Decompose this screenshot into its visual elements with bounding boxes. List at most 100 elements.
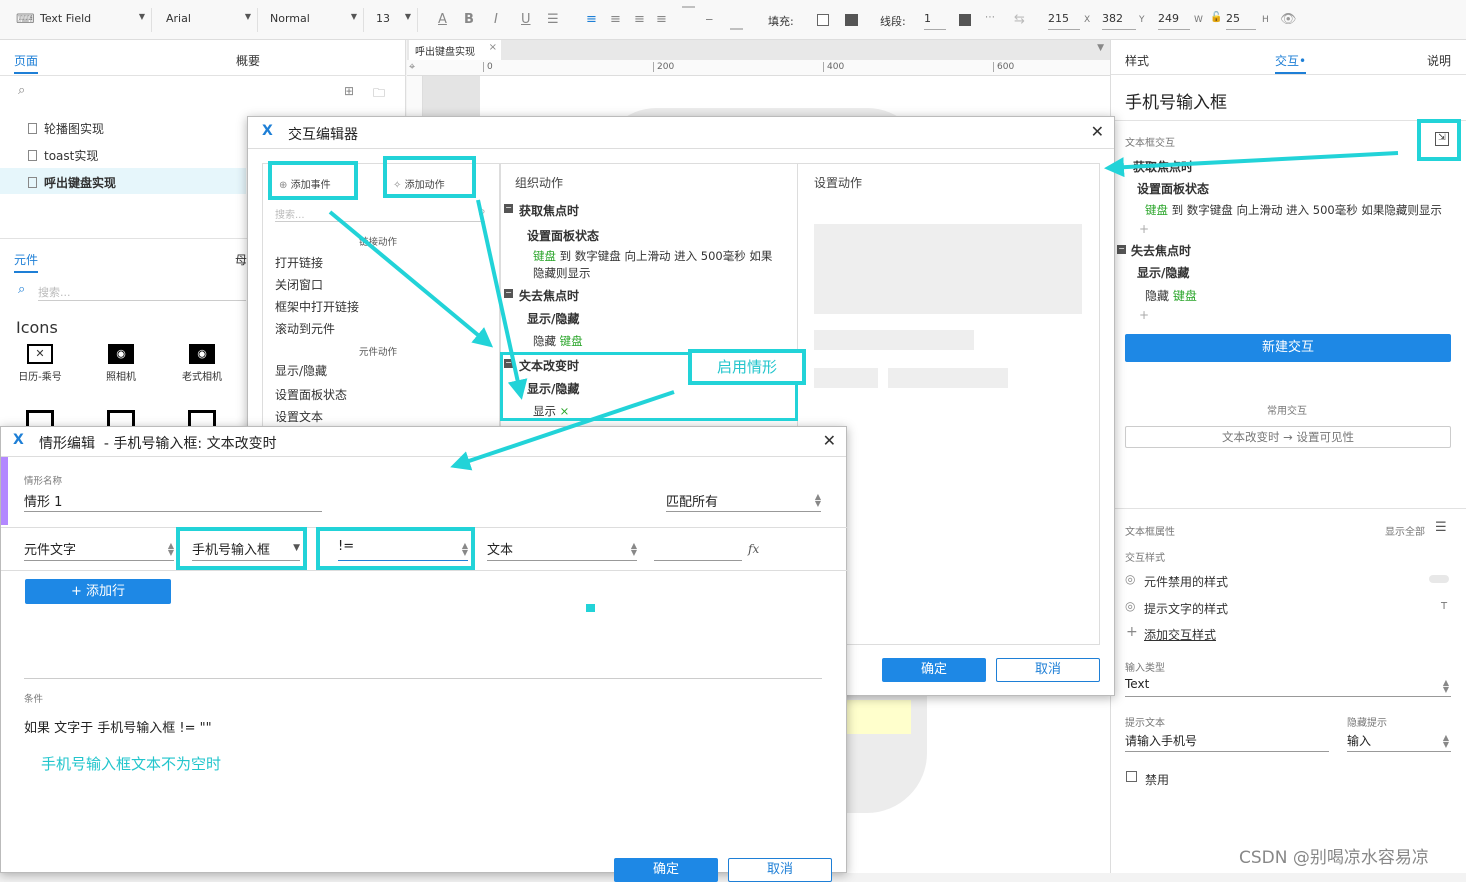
cancel-button[interactable]: 取消 <box>996 658 1100 682</box>
add-page-icon[interactable]: ⊞ <box>344 84 354 98</box>
close-icon[interactable]: × <box>489 42 497 53</box>
hide-hint-select[interactable]: 输入 ▲ ▼ <box>1347 732 1451 752</box>
radio-icon[interactable]: ◎ <box>1125 599 1135 613</box>
ok-button[interactable]: 确定 <box>882 658 986 682</box>
valign-top-icon[interactable]: ⎺ <box>682 6 695 21</box>
collapse-icon[interactable]: − <box>504 289 513 298</box>
page-item-selected[interactable]: 呼出键盘实现 <box>28 174 116 191</box>
widget-camera[interactable]: ◉ 照相机 <box>91 344 151 383</box>
page-item[interactable]: toast实现 <box>28 147 98 164</box>
event-label[interactable]: 失去焦点时 <box>1131 242 1191 259</box>
x-input[interactable]: 215 <box>1048 12 1080 30</box>
action-detail[interactable]: 键盘 到 数字键盘 向上滑动 进入 500毫秒 如果隐藏则显示 <box>1145 202 1465 218</box>
valign-middle-icon[interactable]: ⎯ <box>706 12 713 27</box>
new-interaction-button[interactable]: 新建交互 <box>1125 334 1451 362</box>
stroke-style-icon[interactable]: ⋯ <box>985 12 995 23</box>
ok-button[interactable]: 确定 <box>614 858 718 882</box>
close-icon[interactable]: ✕ <box>1091 122 1104 141</box>
action-open-link[interactable]: 打开链接 <box>275 254 323 271</box>
arrow-style-icon[interactable]: ⇆ <box>1014 12 1025 27</box>
add-action-plus[interactable]: + <box>1139 308 1149 322</box>
font-style-select[interactable]: Normal ▼ <box>264 8 364 32</box>
hint-text-input[interactable]: 请输入手机号 <box>1125 732 1329 752</box>
enable-case-button[interactable]: 启用情形 <box>688 349 806 385</box>
stroke-width-input[interactable]: 1 <box>924 12 946 30</box>
action-detail[interactable]: 键盘 到 数字键盘 向上滑动 进入 500毫秒 如果 <box>533 248 772 264</box>
tab-pages[interactable]: 页面 <box>14 52 39 74</box>
disabled-checkbox[interactable] <box>1126 771 1137 782</box>
disabled-style-item[interactable]: 元件禁用的样式 <box>1144 573 1228 590</box>
align-right-icon[interactable]: ≡ <box>634 12 645 27</box>
folder-icon[interactable]: 🗀 <box>373 84 385 105</box>
widget-type-select[interactable]: Text Field ▼ <box>34 8 152 32</box>
add-row-button[interactable]: + 添加行 <box>25 579 171 604</box>
page-item[interactable]: 轮播图实现 <box>28 120 104 137</box>
collapse-icon[interactable]: − <box>504 204 513 213</box>
action-label[interactable]: 显示/隐藏 <box>527 310 579 327</box>
common-interaction-item[interactable]: 文本改变时 → 设置可见性 <box>1125 426 1451 448</box>
tab-style[interactable]: 样式 <box>1125 52 1149 69</box>
add-action-plus[interactable]: + <box>1139 222 1149 236</box>
action-scroll-to[interactable]: 滚动到元件 <box>275 320 335 337</box>
align-center-icon[interactable]: ≡ <box>610 12 621 27</box>
underline-icon[interactable]: U <box>521 12 531 27</box>
font-select[interactable]: Arial ▼ <box>160 8 258 32</box>
value-input[interactable] <box>654 539 742 561</box>
function-icon[interactable]: fx <box>748 542 759 556</box>
lock-icon[interactable]: 🔓 <box>1210 12 1222 23</box>
match-select[interactable]: 匹配所有 ▲ ▼ <box>666 491 821 512</box>
chevron-down-icon[interactable]: ▼ <box>1097 43 1104 53</box>
widget-name[interactable]: 手机号输入框 <box>1125 88 1227 113</box>
action-set-text[interactable]: 设置文本 <box>275 408 323 425</box>
tab-interactions[interactable]: 交互• <box>1275 52 1307 74</box>
collapse-icon[interactable]: − <box>1117 245 1126 254</box>
font-color-icon[interactable]: A <box>438 12 447 27</box>
value-type-select[interactable]: 文本 ▲ ▼ <box>487 539 637 561</box>
event-label[interactable]: 获取焦点时 <box>519 202 579 219</box>
visibility-icon[interactable]: 👁 <box>1280 12 1297 27</box>
valign-bottom-icon[interactable]: ⎽ <box>730 16 743 31</box>
condition-type-select[interactable]: 元件文字 ▲ ▼ <box>24 539 174 561</box>
y-input[interactable]: 382 <box>1102 12 1136 30</box>
tab-outline[interactable]: 概要 <box>236 52 260 69</box>
event-label[interactable]: 获取焦点时 <box>1133 158 1193 175</box>
event-label[interactable]: 失去焦点时 <box>519 287 579 304</box>
bold-icon[interactable]: B <box>464 12 474 27</box>
tab-masters[interactable]: 母 <box>235 251 247 268</box>
cancel-button[interactable]: 取消 <box>728 858 832 882</box>
input-type-select[interactable]: Text ▲ ▼ <box>1125 677 1451 697</box>
show-all-link[interactable]: 显示全部 <box>1385 523 1425 538</box>
action-label[interactable]: 设置面板状态 <box>1137 180 1209 197</box>
hint-style-item[interactable]: 提示文字的样式 <box>1144 600 1228 617</box>
case-name-input[interactable]: 情形 1 <box>24 491 322 512</box>
canvas-tab[interactable]: 呼出键盘实现 × <box>409 40 501 60</box>
width-input[interactable]: 249 <box>1158 12 1190 30</box>
widget-search-input[interactable]: 搜索... <box>38 284 246 301</box>
menu-icon[interactable]: ☰ <box>1435 520 1447 535</box>
action-open-in-frame[interactable]: 框架中打开链接 <box>275 298 359 315</box>
align-justify-icon[interactable]: ≡ <box>656 12 667 27</box>
align-left-icon[interactable]: ≡ <box>586 12 597 27</box>
fill-color-swatch[interactable] <box>817 14 829 26</box>
font-size-select[interactable]: 13 ▼ <box>370 8 418 32</box>
height-input[interactable]: 25 <box>1226 12 1256 30</box>
tab-widgets[interactable]: 元件 <box>14 251 39 273</box>
widget-calendar-multiply[interactable]: ✕ 日历-乘号 <box>10 344 70 383</box>
action-close-window[interactable]: 关闭窗口 <box>275 276 323 293</box>
list-icon[interactable]: ☰ <box>547 12 559 27</box>
action-detail[interactable]: 隐藏 键盘 <box>533 333 583 349</box>
action-show-hide[interactable]: 显示/隐藏 <box>275 362 327 379</box>
shadow-icon[interactable] <box>845 14 858 26</box>
italic-icon[interactable]: I <box>494 12 498 27</box>
add-interact-style-link[interactable]: 添加交互样式 <box>1144 626 1216 643</box>
action-label[interactable]: 显示/隐藏 <box>1137 264 1189 281</box>
action-set-panel-state[interactable]: 设置面板状态 <box>275 386 347 403</box>
plus-icon[interactable]: + <box>1126 624 1138 640</box>
action-search-input[interactable]: 搜索... <box>275 206 485 222</box>
action-label[interactable]: 设置面板状态 <box>527 227 599 244</box>
tab-notes[interactable]: 说明 <box>1427 52 1451 69</box>
search-icon[interactable]: ⌕ <box>18 83 25 98</box>
widget-old-camera[interactable]: ◉ 老式相机 <box>172 344 232 383</box>
stroke-color-swatch[interactable] <box>959 14 971 26</box>
action-detail[interactable]: 隐藏 键盘 <box>1145 287 1197 304</box>
